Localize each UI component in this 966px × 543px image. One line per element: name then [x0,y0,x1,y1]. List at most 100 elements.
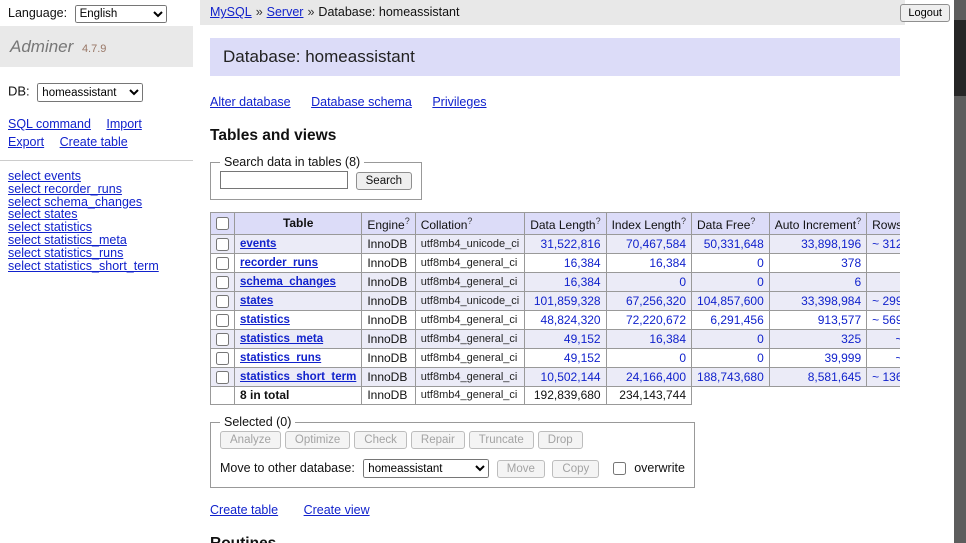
rows-link[interactable]: ~ 569,159 [872,313,900,327]
data-free-link[interactable]: 0 [757,332,764,346]
rows-link[interactable]: ~ 299,833 [872,294,900,308]
app-name-link[interactable]: Adminer [10,37,73,56]
data-length-link[interactable]: 31,522,816 [541,237,601,251]
select-all-checkbox[interactable] [216,217,229,230]
help-icon[interactable]: ? [467,216,472,226]
sidebar-action-export[interactable]: Export [8,135,44,149]
rows-link[interactable]: ~ 312,180 [872,237,900,251]
drop-button[interactable]: Drop [538,431,583,449]
data-free-link[interactable]: 6,291,456 [710,313,763,327]
logout-button[interactable]: Logout [900,4,950,22]
auto-increment-link[interactable]: 913,577 [818,313,861,327]
auto-increment-link[interactable]: 33,898,196 [801,237,861,251]
data-length-link[interactable]: 16,384 [564,275,601,289]
data-length-link[interactable]: 10,502,144 [541,370,601,384]
repair-button[interactable]: Repair [411,431,465,449]
help-icon[interactable]: ? [405,216,410,226]
table-link-states[interactable]: states [240,295,273,307]
sidebar-table-select-statistics-meta[interactable]: select statistics_meta [8,234,185,247]
help-icon[interactable]: ? [750,216,755,226]
sidebar-table-select-statistics-short-term[interactable]: select statistics_short_term [8,260,185,273]
table-link-schema-changes[interactable]: schema_changes [240,276,336,288]
move-db-select[interactable]: homeassistant [363,459,489,478]
sidebar-table-select-events[interactable]: select events [8,170,185,183]
index-length-link[interactable]: 67,256,320 [626,294,686,308]
row-checkbox-recorder-runs[interactable] [216,257,229,270]
table-link-recorder-runs[interactable]: recorder_runs [240,257,318,269]
move-button[interactable]: Move [497,460,545,478]
table-link-events[interactable]: events [240,238,276,250]
breadcrumb-link-mysql[interactable]: MySQL [210,5,252,19]
sidebar-table-select-recorder-runs[interactable]: select recorder_runs [8,183,185,196]
data-length-link[interactable]: 48,824,320 [541,313,601,327]
row-checkbox-statistics-short-term[interactable] [216,371,229,384]
sidebar-table-select-statistics-runs[interactable]: select statistics_runs [8,247,185,260]
db-action-privileges[interactable]: Privileges [432,95,486,109]
table-link-statistics-meta[interactable]: statistics_meta [240,333,323,345]
data-free-link[interactable]: 0 [757,256,764,270]
row-checkbox-events[interactable] [216,238,229,251]
auto-increment-link[interactable]: 33,398,984 [801,294,861,308]
data-length-link[interactable]: 101,859,328 [534,294,601,308]
create-create-view[interactable]: Create view [304,503,370,517]
row-checkbox-cell [211,330,235,349]
data-free-link[interactable]: 50,331,648 [704,237,764,251]
row-checkbox-schema-changes[interactable] [216,276,229,289]
data-length-link[interactable]: 16,384 [564,256,601,270]
language-select[interactable]: English [75,5,167,23]
scrollbar-thumb[interactable] [954,20,966,96]
table-row-statistics-runs: statistics_runsInnoDButf8mb4_general_ci4… [211,349,901,368]
data-free-link[interactable]: 104,857,600 [697,294,764,308]
data-length-cell: 31,522,816 [525,235,606,254]
data-length-link[interactable]: 49,152 [564,351,601,365]
truncate-button[interactable]: Truncate [469,431,534,449]
copy-button[interactable]: Copy [552,460,599,478]
auto-increment-link[interactable]: 6 [854,275,861,289]
search-input[interactable] [220,171,348,189]
data-free-link[interactable]: 188,743,680 [697,370,764,384]
sidebar-action-import[interactable]: Import [106,117,141,131]
index-length-link[interactable]: 16,384 [649,256,686,270]
rows-link[interactable]: ~ 136,108 [872,370,900,384]
create-create-table[interactable]: Create table [210,503,278,517]
check-button[interactable]: Check [354,431,407,449]
help-icon[interactable]: ? [856,216,861,226]
optimize-button[interactable]: Optimize [285,431,350,449]
data-free-link[interactable]: 0 [757,275,764,289]
data-free-link[interactable]: 0 [757,351,764,365]
data-length-link[interactable]: 49,152 [564,332,601,346]
sidebar-action-sql-command[interactable]: SQL command [8,117,91,131]
page-scrollbar[interactable] [954,0,966,543]
analyze-button[interactable]: Analyze [220,431,281,449]
breadcrumb-link-server[interactable]: Server [267,5,304,19]
search-button[interactable]: Search [356,172,412,190]
row-checkbox-statistics[interactable] [216,314,229,327]
index-length-link[interactable]: 0 [679,351,686,365]
auto-increment-link[interactable]: 325 [841,332,861,346]
table-link-statistics[interactable]: statistics [240,314,290,326]
row-checkbox-states[interactable] [216,295,229,308]
auto-increment-link[interactable]: 39,999 [824,351,861,365]
overwrite-checkbox[interactable] [613,462,626,475]
index-length-link[interactable]: 24,166,400 [626,370,686,384]
help-icon[interactable]: ? [596,216,601,226]
table-link-statistics-runs[interactable]: statistics_runs [240,352,321,364]
rows-link[interactable]: ~ 244 [895,332,900,346]
sidebar-action-create-table[interactable]: Create table [60,135,128,149]
data-free-cell: 0 [692,349,770,368]
index-length-link[interactable]: 0 [679,275,686,289]
help-icon[interactable]: ? [681,216,686,226]
row-checkbox-statistics-runs[interactable] [216,352,229,365]
db-action-database-schema[interactable]: Database schema [311,95,412,109]
overwrite-label[interactable]: overwrite [634,461,685,475]
rows-link[interactable]: ~ 628 [895,351,900,365]
row-checkbox-statistics-meta[interactable] [216,333,229,346]
db-action-alter-database[interactable]: Alter database [210,95,291,109]
index-length-link[interactable]: 72,220,672 [626,313,686,327]
auto-increment-link[interactable]: 378 [841,256,861,270]
index-length-link[interactable]: 70,467,584 [626,237,686,251]
db-select[interactable]: homeassistant [37,83,143,102]
auto-increment-link[interactable]: 8,581,645 [808,370,861,384]
table-link-statistics-short-term[interactable]: statistics_short_term [240,371,356,383]
index-length-link[interactable]: 16,384 [649,332,686,346]
